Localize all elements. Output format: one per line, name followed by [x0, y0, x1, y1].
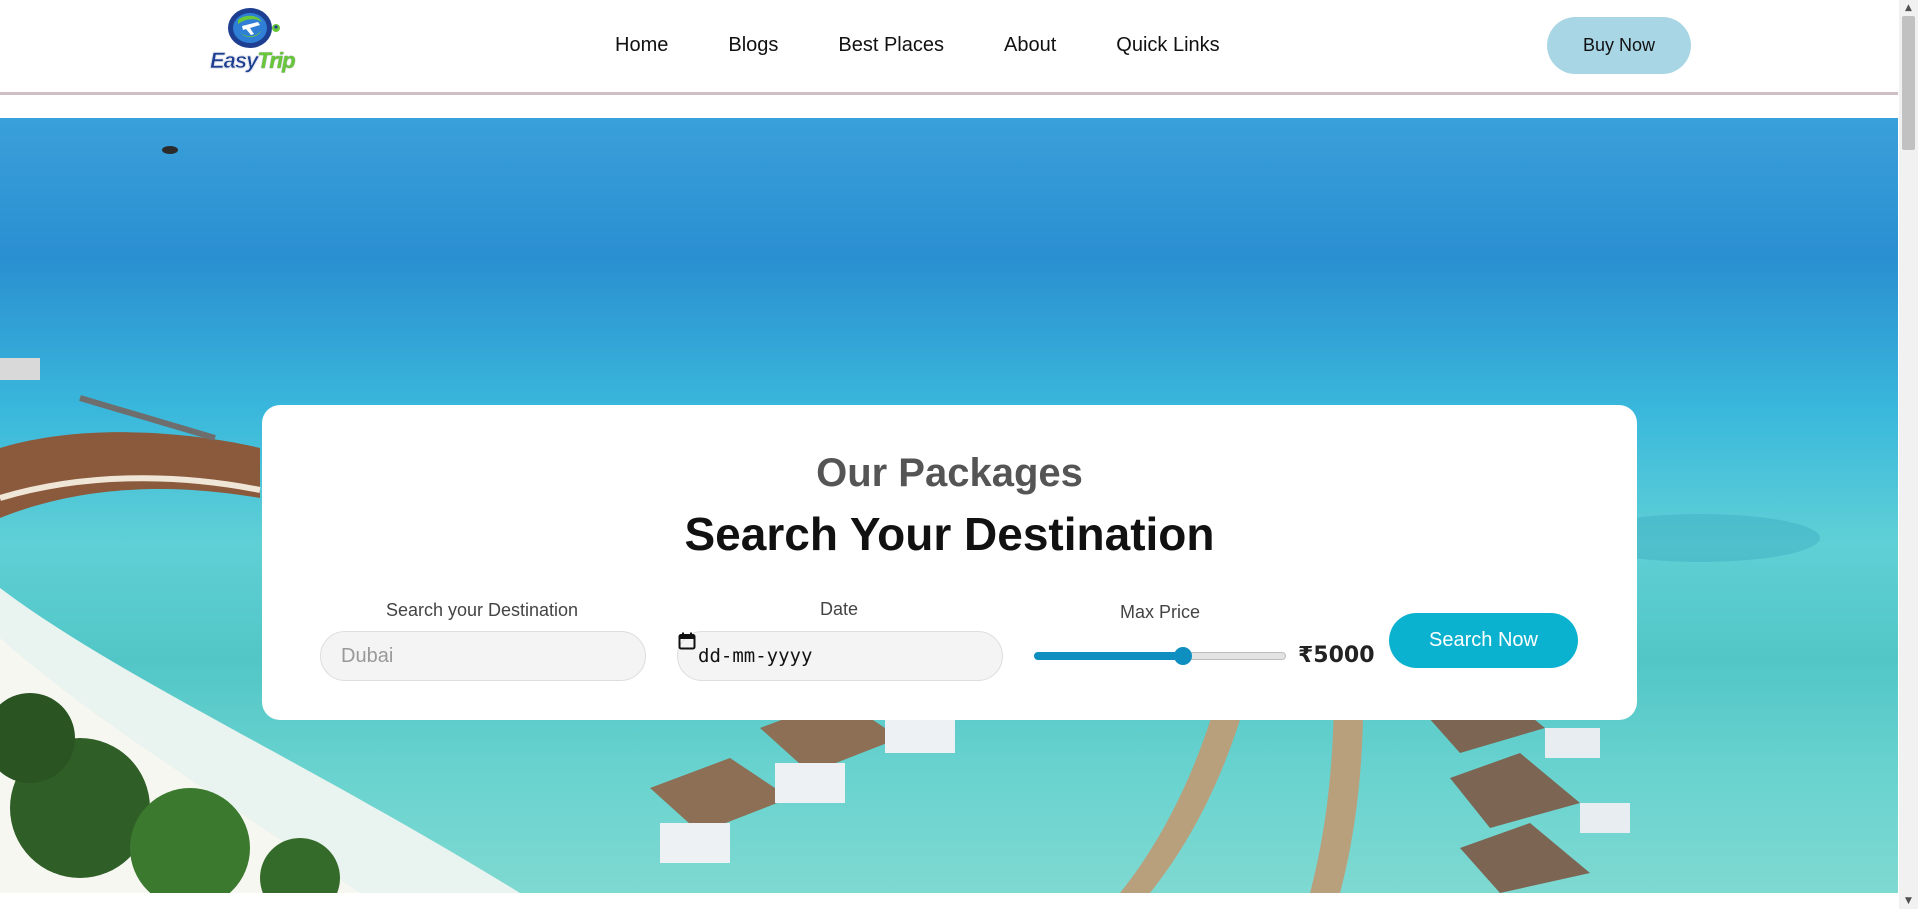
main-nav: Home Blogs Best Places About Quick Links [615, 0, 1280, 90]
nav-home[interactable]: Home [615, 34, 668, 57]
hero-banner: Our Packages Search Your Destination Sea… [0, 118, 1898, 893]
date-input[interactable]: dd-mm-yyyy [677, 631, 1003, 681]
date-label: Date [819, 599, 859, 619]
packages-subtitle: Our Packages [816, 451, 1083, 495]
destination-label: Search your Destination [385, 600, 579, 620]
scroll-down-arrow-icon[interactable]: ▼ [1899, 893, 1918, 909]
scrollbar-thumb[interactable] [1902, 16, 1915, 150]
logo-text-easy: Easy [210, 48, 259, 74]
logo-text: EasyTrip [210, 48, 296, 74]
site-header: EasyTrip Home Blogs Best Places About Qu… [0, 0, 1898, 95]
logo-text-trip: Trip [257, 48, 295, 73]
search-now-button[interactable]: Search Now [1389, 613, 1578, 668]
max-price-value: ₹5000 [1298, 643, 1375, 668]
scroll-up-arrow-icon[interactable]: ▲ [1899, 0, 1918, 16]
nav-quick-links[interactable]: Quick Links [1116, 34, 1219, 57]
nav-about[interactable]: About [1004, 34, 1056, 57]
packages-title: Search Your Destination [684, 508, 1215, 560]
destination-input[interactable] [320, 631, 646, 681]
buy-now-button[interactable]: Buy Now [1547, 17, 1691, 74]
package-search-card: Our Packages Search Your Destination Sea… [262, 405, 1637, 720]
calendar-icon[interactable] [678, 632, 696, 650]
price-slider-fill [1034, 652, 1183, 660]
nav-best-places[interactable]: Best Places [838, 34, 944, 57]
price-slider-thumb[interactable] [1174, 647, 1192, 665]
date-placeholder: dd-mm-yyyy [698, 645, 813, 667]
page-scrollbar[interactable]: ▲ ▼ [1899, 0, 1918, 909]
logo-pin-icon [228, 8, 280, 48]
nav-blogs[interactable]: Blogs [728, 34, 778, 57]
easytrip-logo[interactable]: EasyTrip [210, 6, 296, 74]
max-price-label: Max Price [1119, 602, 1200, 622]
